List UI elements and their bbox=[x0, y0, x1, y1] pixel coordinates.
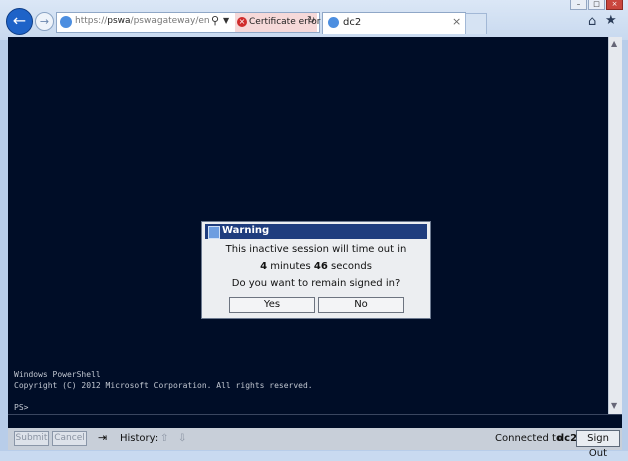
computer-name: dc2 bbox=[557, 433, 578, 444]
certificate-error-badge[interactable]: × Certificate error ↻ bbox=[235, 13, 320, 32]
countdown-seconds-unit: seconds bbox=[331, 261, 372, 272]
tab-key-icon[interactable]: ⇥ bbox=[98, 431, 107, 444]
window-controls: – □ × bbox=[570, 0, 624, 10]
console-prompt: PS> bbox=[14, 403, 29, 412]
star-icon[interactable]: ★ bbox=[605, 13, 617, 28]
countdown-minutes: 4 bbox=[260, 261, 268, 272]
history-up-icon[interactable]: ⇧ bbox=[160, 433, 168, 444]
console-line: Windows PowerShell bbox=[14, 370, 101, 379]
error-icon: × bbox=[237, 17, 247, 27]
home-icon[interactable]: ⌂ bbox=[588, 14, 596, 29]
tab-dc2[interactable]: dc2 × bbox=[322, 12, 466, 34]
new-tab-button[interactable] bbox=[465, 13, 487, 34]
dialog-title: Warning bbox=[222, 225, 270, 236]
dialog-title-bar: Warning bbox=[205, 224, 427, 239]
refresh-icon[interactable]: ↻ bbox=[307, 15, 315, 26]
sign-out-button[interactable]: Sign Out bbox=[576, 430, 620, 459]
back-icon: ← bbox=[12, 11, 27, 30]
warning-icon bbox=[208, 226, 220, 239]
countdown-seconds: 46 bbox=[313, 261, 328, 272]
tab-title: dc2 bbox=[343, 17, 362, 28]
dialog-message-3: Do you want to remain signed in? bbox=[231, 278, 401, 289]
console-line: Copyright (C) 2012 Microsoft Corporation… bbox=[14, 381, 313, 390]
scroll-up-icon[interactable]: ▲ bbox=[611, 39, 617, 48]
command-input[interactable] bbox=[8, 414, 622, 428]
countdown-minutes-unit: minutes bbox=[270, 261, 311, 272]
cancel-button[interactable]: Cancel bbox=[52, 431, 87, 446]
no-button[interactable]: No bbox=[318, 297, 404, 313]
search-icon[interactable]: ⚲ bbox=[211, 14, 219, 27]
close-tab-icon[interactable]: × bbox=[452, 15, 461, 28]
timeout-warning-dialog: Warning This inactive session will time … bbox=[201, 221, 431, 319]
chevron-down-icon[interactable]: ▼ bbox=[223, 16, 229, 25]
dialog-message-1: This inactive session will time out in bbox=[225, 244, 407, 255]
vertical-scrollbar[interactable]: ▲ ▼ bbox=[609, 37, 622, 414]
tab-icon bbox=[328, 17, 339, 28]
back-button[interactable]: ← bbox=[6, 8, 33, 35]
bottom-toolbar: Submit Cancel ⇥ History: ⇧ ⇩ Connected t… bbox=[8, 428, 622, 459]
history-label: History: bbox=[120, 433, 159, 444]
forward-icon: → bbox=[39, 15, 50, 28]
minimize-button[interactable]: – bbox=[570, 0, 587, 10]
navigation-bar: ← → https://pswa/pswagateway/en-US/ ⚲ ▼ … bbox=[0, 0, 628, 40]
address-url[interactable]: https://pswa/pswagateway/en-US/ bbox=[75, 16, 210, 26]
submit-button[interactable]: Submit bbox=[14, 431, 49, 446]
forward-button[interactable]: → bbox=[35, 12, 54, 31]
scroll-down-icon[interactable]: ▼ bbox=[611, 401, 617, 410]
maximize-button[interactable]: □ bbox=[588, 0, 605, 10]
connected-label: Connected to bbox=[495, 433, 563, 444]
dialog-countdown: 4 minutes 46 seconds bbox=[202, 261, 430, 272]
yes-button[interactable]: Yes bbox=[229, 297, 315, 313]
close-window-button[interactable]: × bbox=[606, 0, 623, 10]
ie-logo-icon bbox=[60, 16, 72, 28]
address-bar[interactable]: https://pswa/pswagateway/en-US/ ⚲ ▼ × Ce… bbox=[56, 12, 320, 33]
history-down-icon[interactable]: ⇩ bbox=[178, 433, 186, 444]
